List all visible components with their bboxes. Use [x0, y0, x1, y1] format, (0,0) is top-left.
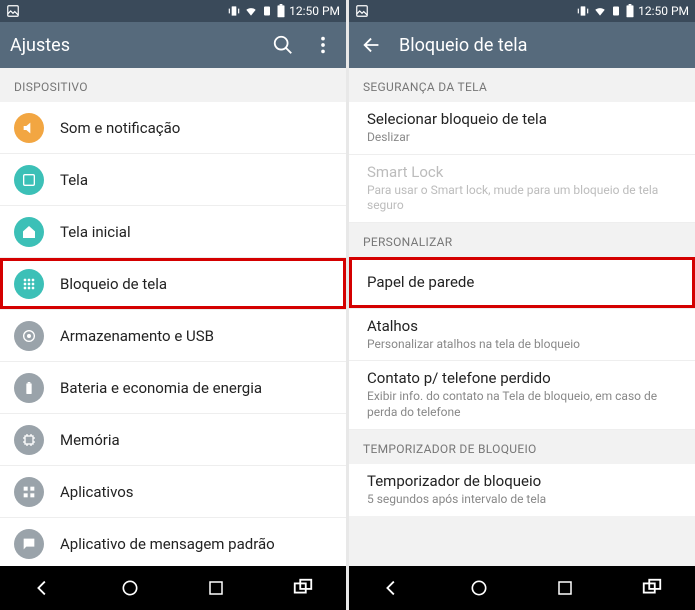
gallery-icon — [355, 4, 369, 18]
battery-icon — [14, 373, 44, 403]
wifi-icon — [593, 4, 607, 18]
nav-dual-icon[interactable] — [289, 574, 317, 602]
row-sub: 5 segundos após intervalo de tela — [367, 492, 546, 508]
data-icon — [261, 5, 273, 17]
section-header: DISPOSITIVO — [0, 68, 346, 102]
nav-dual-icon[interactable] — [638, 574, 666, 602]
gallery-icon — [6, 4, 20, 18]
nav-home-icon[interactable] — [465, 574, 493, 602]
home-icon — [14, 217, 44, 247]
section-header: TEMPORIZADOR DE BLOQUEIO — [349, 430, 695, 464]
nav-home-icon[interactable] — [116, 574, 144, 602]
nav-back-icon[interactable] — [378, 574, 406, 602]
nav-bar — [0, 566, 346, 610]
row-sub: Para usar o Smart lock, mude para um blo… — [367, 183, 681, 214]
app-bar: Ajustes — [0, 22, 346, 68]
row-label: Contato p/ telefone perdido — [367, 369, 681, 387]
phone-right: 12:50 PM Bloqueio de tela SEGURANÇA DA T… — [349, 0, 695, 610]
status-time: 12:50 PM — [289, 4, 340, 18]
row-sub: Personalizar atalhos na tela de bloqueio — [367, 337, 580, 353]
wifi-icon — [244, 4, 258, 18]
app-title: Ajustes — [10, 35, 256, 56]
app-title: Bloqueio de tela — [399, 35, 685, 56]
row-label: Atalhos — [367, 317, 580, 335]
apps-icon — [14, 477, 44, 507]
row-battery[interactable]: Bateria e economia de energia — [0, 362, 346, 414]
display-icon — [14, 165, 44, 195]
row-label: Temporizador de bloqueio — [367, 472, 546, 490]
row-lockscreen[interactable]: Bloqueio de tela — [0, 258, 346, 310]
section-header: PERSONALIZAR — [349, 223, 695, 257]
row-sub: Exibir info. do contato na Tela de bloqu… — [367, 389, 681, 420]
phone-left: 12:50 PM Ajustes DISPOSITIVO Som e notif… — [0, 0, 346, 610]
row-smart-lock: Smart Lock Para usar o Smart lock, mude … — [349, 155, 695, 223]
nav-back-icon[interactable] — [29, 574, 57, 602]
row-label: Smart Lock — [367, 163, 681, 181]
row-label: Tela inicial — [60, 223, 131, 241]
row-label: Armazenamento e USB — [60, 327, 214, 345]
row-select-lock[interactable]: Selecionar bloqueio de tela Deslizar — [349, 102, 695, 155]
row-label: Papel de parede — [367, 273, 474, 291]
settings-list: DISPOSITIVO Som e notificação Tela Tela … — [0, 68, 346, 566]
back-icon[interactable] — [359, 32, 385, 58]
memory-icon — [14, 425, 44, 455]
row-sms[interactable]: Aplicativo de mensagem padrão — [0, 518, 346, 566]
vibrate-icon — [227, 4, 241, 18]
overflow-menu-icon[interactable] — [310, 32, 336, 58]
row-label: Selecionar bloqueio de tela — [367, 110, 547, 128]
sms-icon — [14, 529, 44, 559]
sound-icon — [14, 113, 44, 143]
row-lock-timer[interactable]: Temporizador de bloqueio 5 segundos após… — [349, 464, 695, 516]
battery-icon — [276, 4, 286, 18]
row-label: Som e notificação — [60, 119, 180, 137]
section-header: SEGURANÇA DA TELA — [349, 68, 695, 102]
status-bar: 12:50 PM — [349, 0, 695, 22]
battery-icon — [625, 4, 635, 18]
lockscreen-list: SEGURANÇA DA TELA Selecionar bloqueio de… — [349, 68, 695, 566]
row-label: Tela — [60, 171, 88, 189]
row-lost-contact[interactable]: Contato p/ telefone perdido Exibir info.… — [349, 361, 695, 429]
row-sound[interactable]: Som e notificação — [0, 102, 346, 154]
row-sub: Deslizar — [367, 130, 547, 146]
row-label: Aplicativo de mensagem padrão — [60, 535, 275, 553]
row-wallpaper[interactable]: Papel de parede — [349, 257, 695, 309]
nav-bar — [349, 566, 695, 610]
data-icon — [610, 5, 622, 17]
app-bar: Bloqueio de tela — [349, 22, 695, 68]
status-time: 12:50 PM — [638, 4, 689, 18]
status-bar: 12:50 PM — [0, 0, 346, 22]
row-home[interactable]: Tela inicial — [0, 206, 346, 258]
row-label: Aplicativos — [60, 483, 134, 501]
row-apps[interactable]: Aplicativos — [0, 466, 346, 518]
row-storage[interactable]: Armazenamento e USB — [0, 310, 346, 362]
row-display[interactable]: Tela — [0, 154, 346, 206]
row-memory[interactable]: Memória — [0, 414, 346, 466]
vibrate-icon — [576, 4, 590, 18]
search-icon[interactable] — [270, 32, 296, 58]
lock-icon — [14, 269, 44, 299]
row-shortcuts[interactable]: Atalhos Personalizar atalhos na tela de … — [349, 309, 695, 362]
nav-recent-icon[interactable] — [202, 574, 230, 602]
nav-recent-icon[interactable] — [551, 574, 579, 602]
storage-icon — [14, 321, 44, 351]
row-label: Bateria e economia de energia — [60, 379, 262, 397]
row-label: Memória — [60, 431, 120, 449]
row-label: Bloqueio de tela — [60, 275, 167, 293]
